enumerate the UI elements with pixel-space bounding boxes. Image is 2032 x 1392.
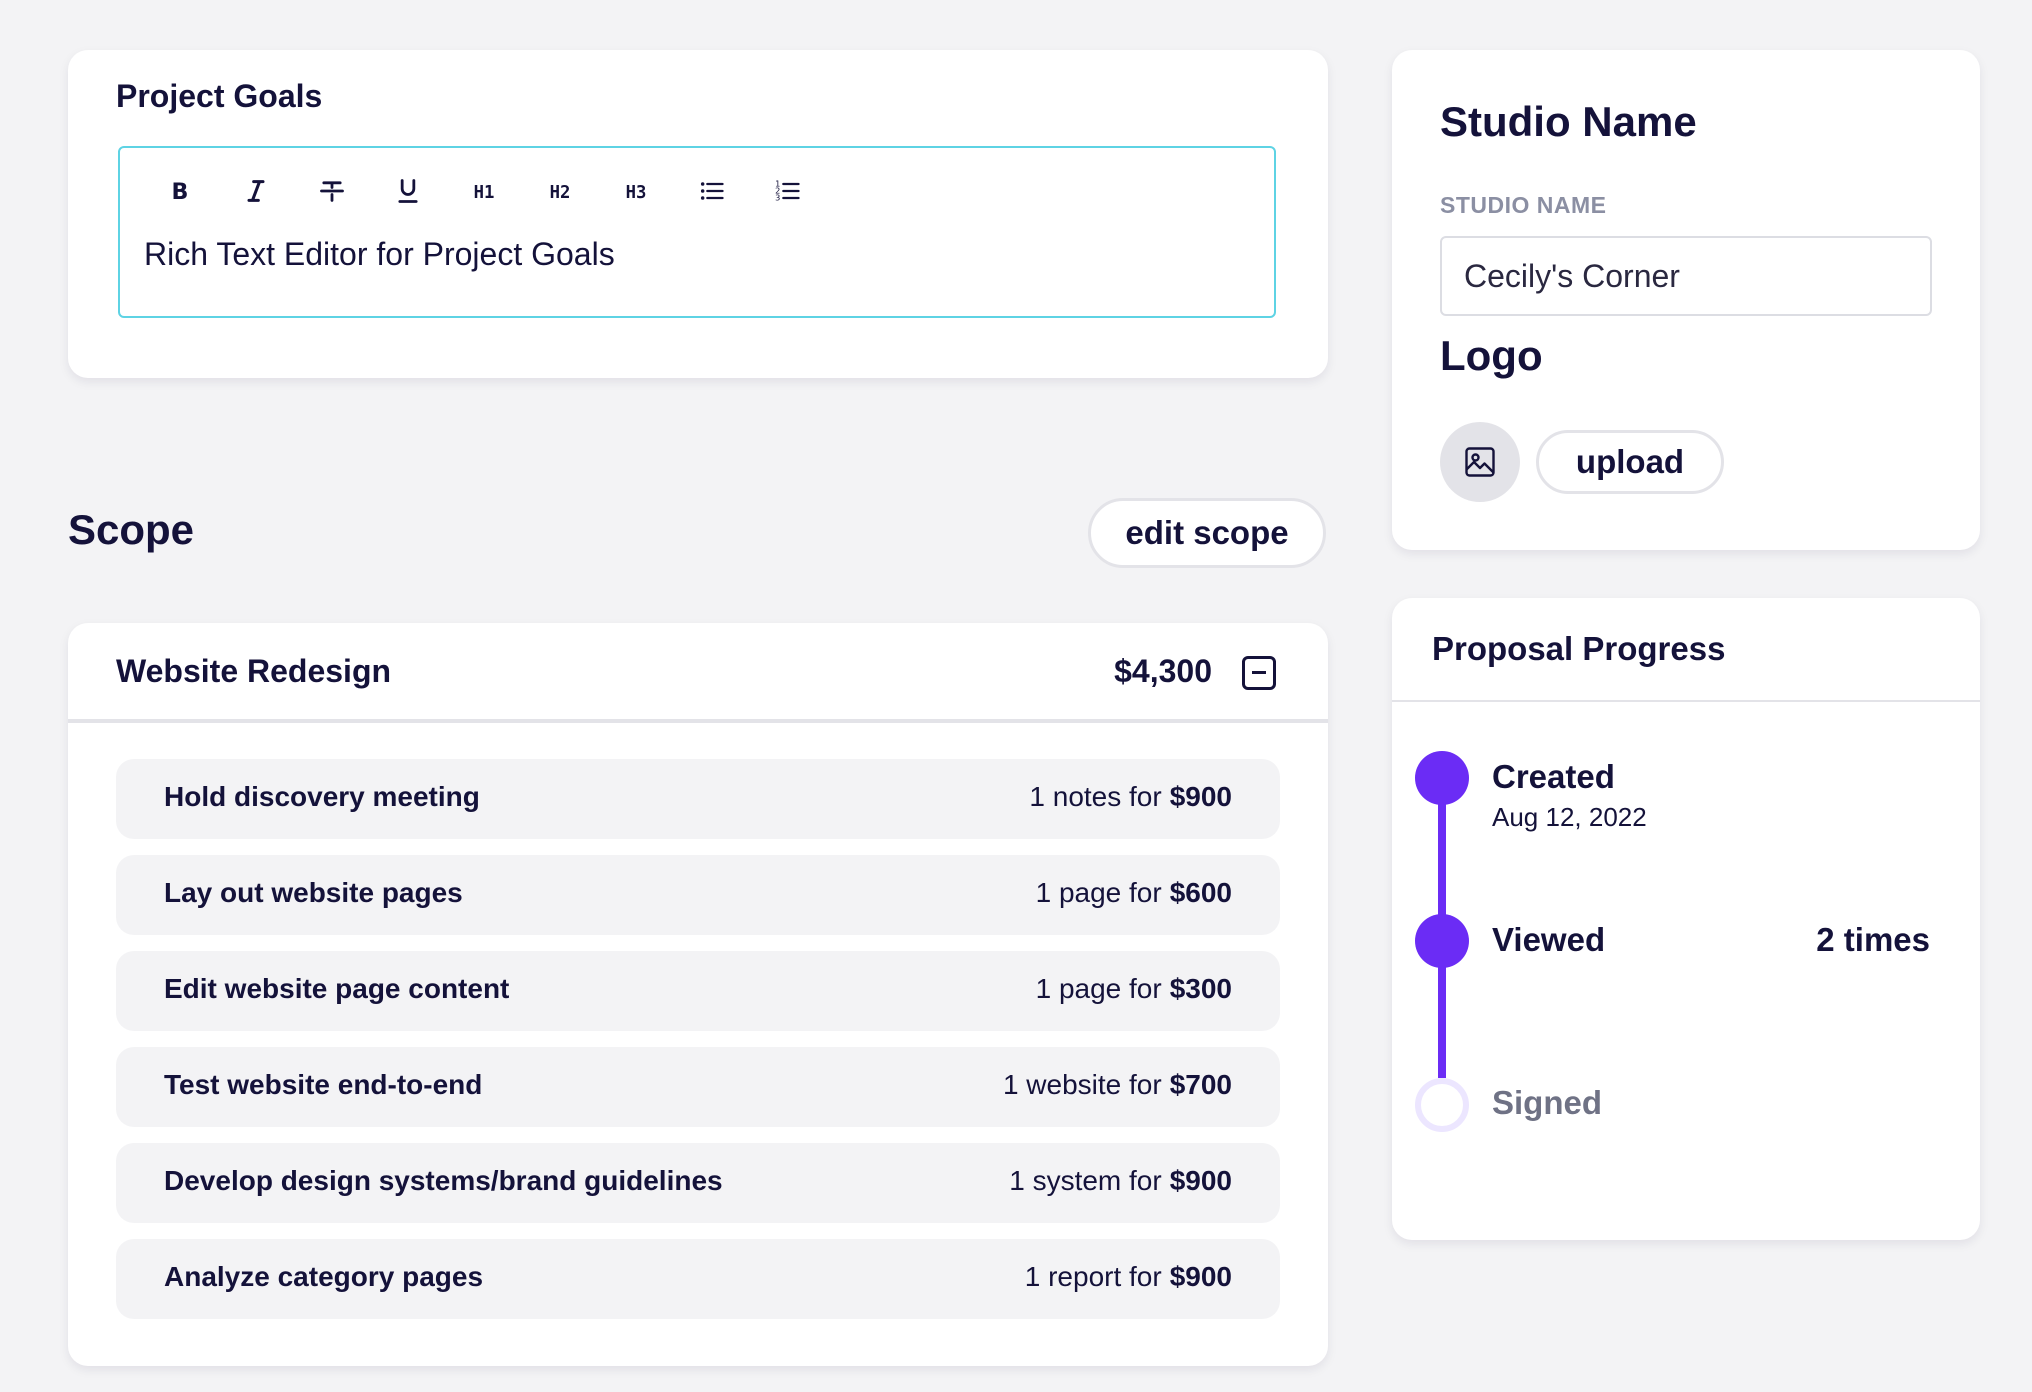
- strikethrough-icon: [320, 181, 344, 202]
- proposal-progress-card: Proposal Progress Created Aug 12, 2022 V…: [1392, 598, 1980, 1240]
- scope-item-label: Edit website page content: [164, 973, 510, 1004]
- project-total: $4,300: [1114, 653, 1212, 689]
- rich-text-editor[interactable]: B H1 H2 H3 1 2 3 Rich Text Editor for Pr…: [118, 146, 1276, 318]
- italic-button[interactable]: [218, 168, 294, 214]
- step-viewed-label: Viewed: [1492, 921, 1606, 958]
- scope-item[interactable]: Edit website page content 1 page for $300: [116, 951, 1280, 1031]
- h3-icon: H3: [626, 183, 647, 203]
- upload-button[interactable]: upload: [1536, 430, 1724, 494]
- scope-item-price: $900: [1169, 781, 1232, 812]
- svg-text:H3: H3: [626, 183, 647, 203]
- svg-text:B: B: [172, 179, 189, 205]
- scope-item[interactable]: Develop design systems/brand guidelines …: [116, 1143, 1280, 1223]
- underline-button[interactable]: [370, 168, 446, 214]
- step-signed-label: Signed: [1492, 1084, 1603, 1121]
- h3-button[interactable]: H3: [598, 168, 674, 214]
- bold-button[interactable]: B: [142, 168, 218, 214]
- editor-content[interactable]: Rich Text Editor for Project Goals: [144, 236, 615, 273]
- scope-item[interactable]: Analyze category pages 1 report for $900: [116, 1239, 1280, 1319]
- scope-item-price: $300: [1169, 973, 1232, 1004]
- h2-icon: H2: [550, 183, 571, 203]
- numbered-list-icon: 1 2 3: [775, 178, 800, 202]
- studio-card: Studio Name STUDIO NAME Logo upload: [1392, 50, 1980, 550]
- bullet-list-icon: [700, 182, 724, 200]
- logo-placeholder: [1440, 422, 1520, 502]
- editor-toolbar: B H1 H2 H3 1 2 3: [142, 168, 826, 214]
- scope-item-price: $900: [1169, 1261, 1232, 1292]
- signed-dot: [1415, 1078, 1469, 1132]
- image-icon: [1465, 447, 1495, 477]
- svg-text:H1: H1: [474, 183, 495, 203]
- step-created-date: Aug 12, 2022: [1492, 802, 1647, 832]
- svg-text:3: 3: [775, 192, 780, 202]
- scope-item-qty: 1 website for: [1002, 1069, 1162, 1100]
- scope-items-list: Hold discovery meeting 1 notes for $900 L…: [116, 759, 1280, 1335]
- proposal-progress-title: Proposal Progress: [1432, 630, 1726, 667]
- strikethrough-button[interactable]: [294, 168, 370, 214]
- italic-icon: [247, 180, 265, 202]
- scope-item[interactable]: Lay out website pages 1 page for $600: [116, 855, 1280, 935]
- studio-title: Studio Name: [1440, 98, 1697, 145]
- scope-title: Scope: [68, 506, 195, 553]
- created-dot: [1415, 751, 1469, 805]
- scope-item-qty: 1 notes for: [1029, 781, 1162, 812]
- bold-icon: B: [172, 179, 189, 205]
- scope-item-price: $600: [1169, 877, 1232, 908]
- minus-square-icon[interactable]: [1242, 656, 1276, 690]
- project-goals-card: Project Goals B H1 H2 H3 1 2 3 Rich Text…: [68, 50, 1328, 378]
- logo-title: Logo: [1440, 332, 1543, 379]
- h1-icon: H1: [474, 183, 495, 203]
- underline-icon: [398, 179, 418, 203]
- scope-item-label: Analyze category pages: [164, 1261, 484, 1292]
- scope-item-price: $900: [1169, 1165, 1232, 1196]
- scope-item-label: Lay out website pages: [164, 877, 463, 908]
- scope-item[interactable]: Hold discovery meeting 1 notes for $900: [116, 759, 1280, 839]
- project-name: Website Redesign: [116, 653, 392, 689]
- scope-card: Website Redesign $4,300 Hold discovery m…: [68, 623, 1328, 1366]
- viewed-dot: [1415, 914, 1469, 968]
- scope-project-header: Website Redesign $4,300: [68, 623, 1328, 723]
- scope-item-price: $700: [1169, 1069, 1232, 1100]
- bullet-list-button[interactable]: [674, 168, 750, 214]
- h2-button[interactable]: H2: [522, 168, 598, 214]
- scope-item-qty: 1 system for: [1009, 1165, 1162, 1196]
- svg-text:H2: H2: [550, 183, 571, 203]
- scope-item-qty: 1 report for: [1024, 1261, 1162, 1292]
- scope-item-qty: 1 page for: [1035, 877, 1162, 908]
- project-goals-title: Project Goals: [116, 78, 323, 114]
- step-viewed-count: 2 times: [1816, 921, 1930, 958]
- studio-name-input[interactable]: [1440, 236, 1932, 316]
- h1-button[interactable]: H1: [446, 168, 522, 214]
- studio-name-label: STUDIO NAME: [1440, 192, 1607, 218]
- scope-item-label: Test website end-to-end: [164, 1069, 483, 1100]
- edit-scope-button[interactable]: edit scope: [1088, 498, 1326, 568]
- step-created-label: Created: [1492, 758, 1615, 795]
- scope-item-label: Develop design systems/brand guidelines: [164, 1165, 723, 1196]
- scope-item-label: Hold discovery meeting: [164, 781, 480, 812]
- scope-item-qty: 1 page for: [1035, 973, 1162, 1004]
- numbered-list-button[interactable]: 1 2 3: [750, 168, 826, 214]
- scope-item[interactable]: Test website end-to-end 1 website for $70…: [116, 1047, 1280, 1127]
